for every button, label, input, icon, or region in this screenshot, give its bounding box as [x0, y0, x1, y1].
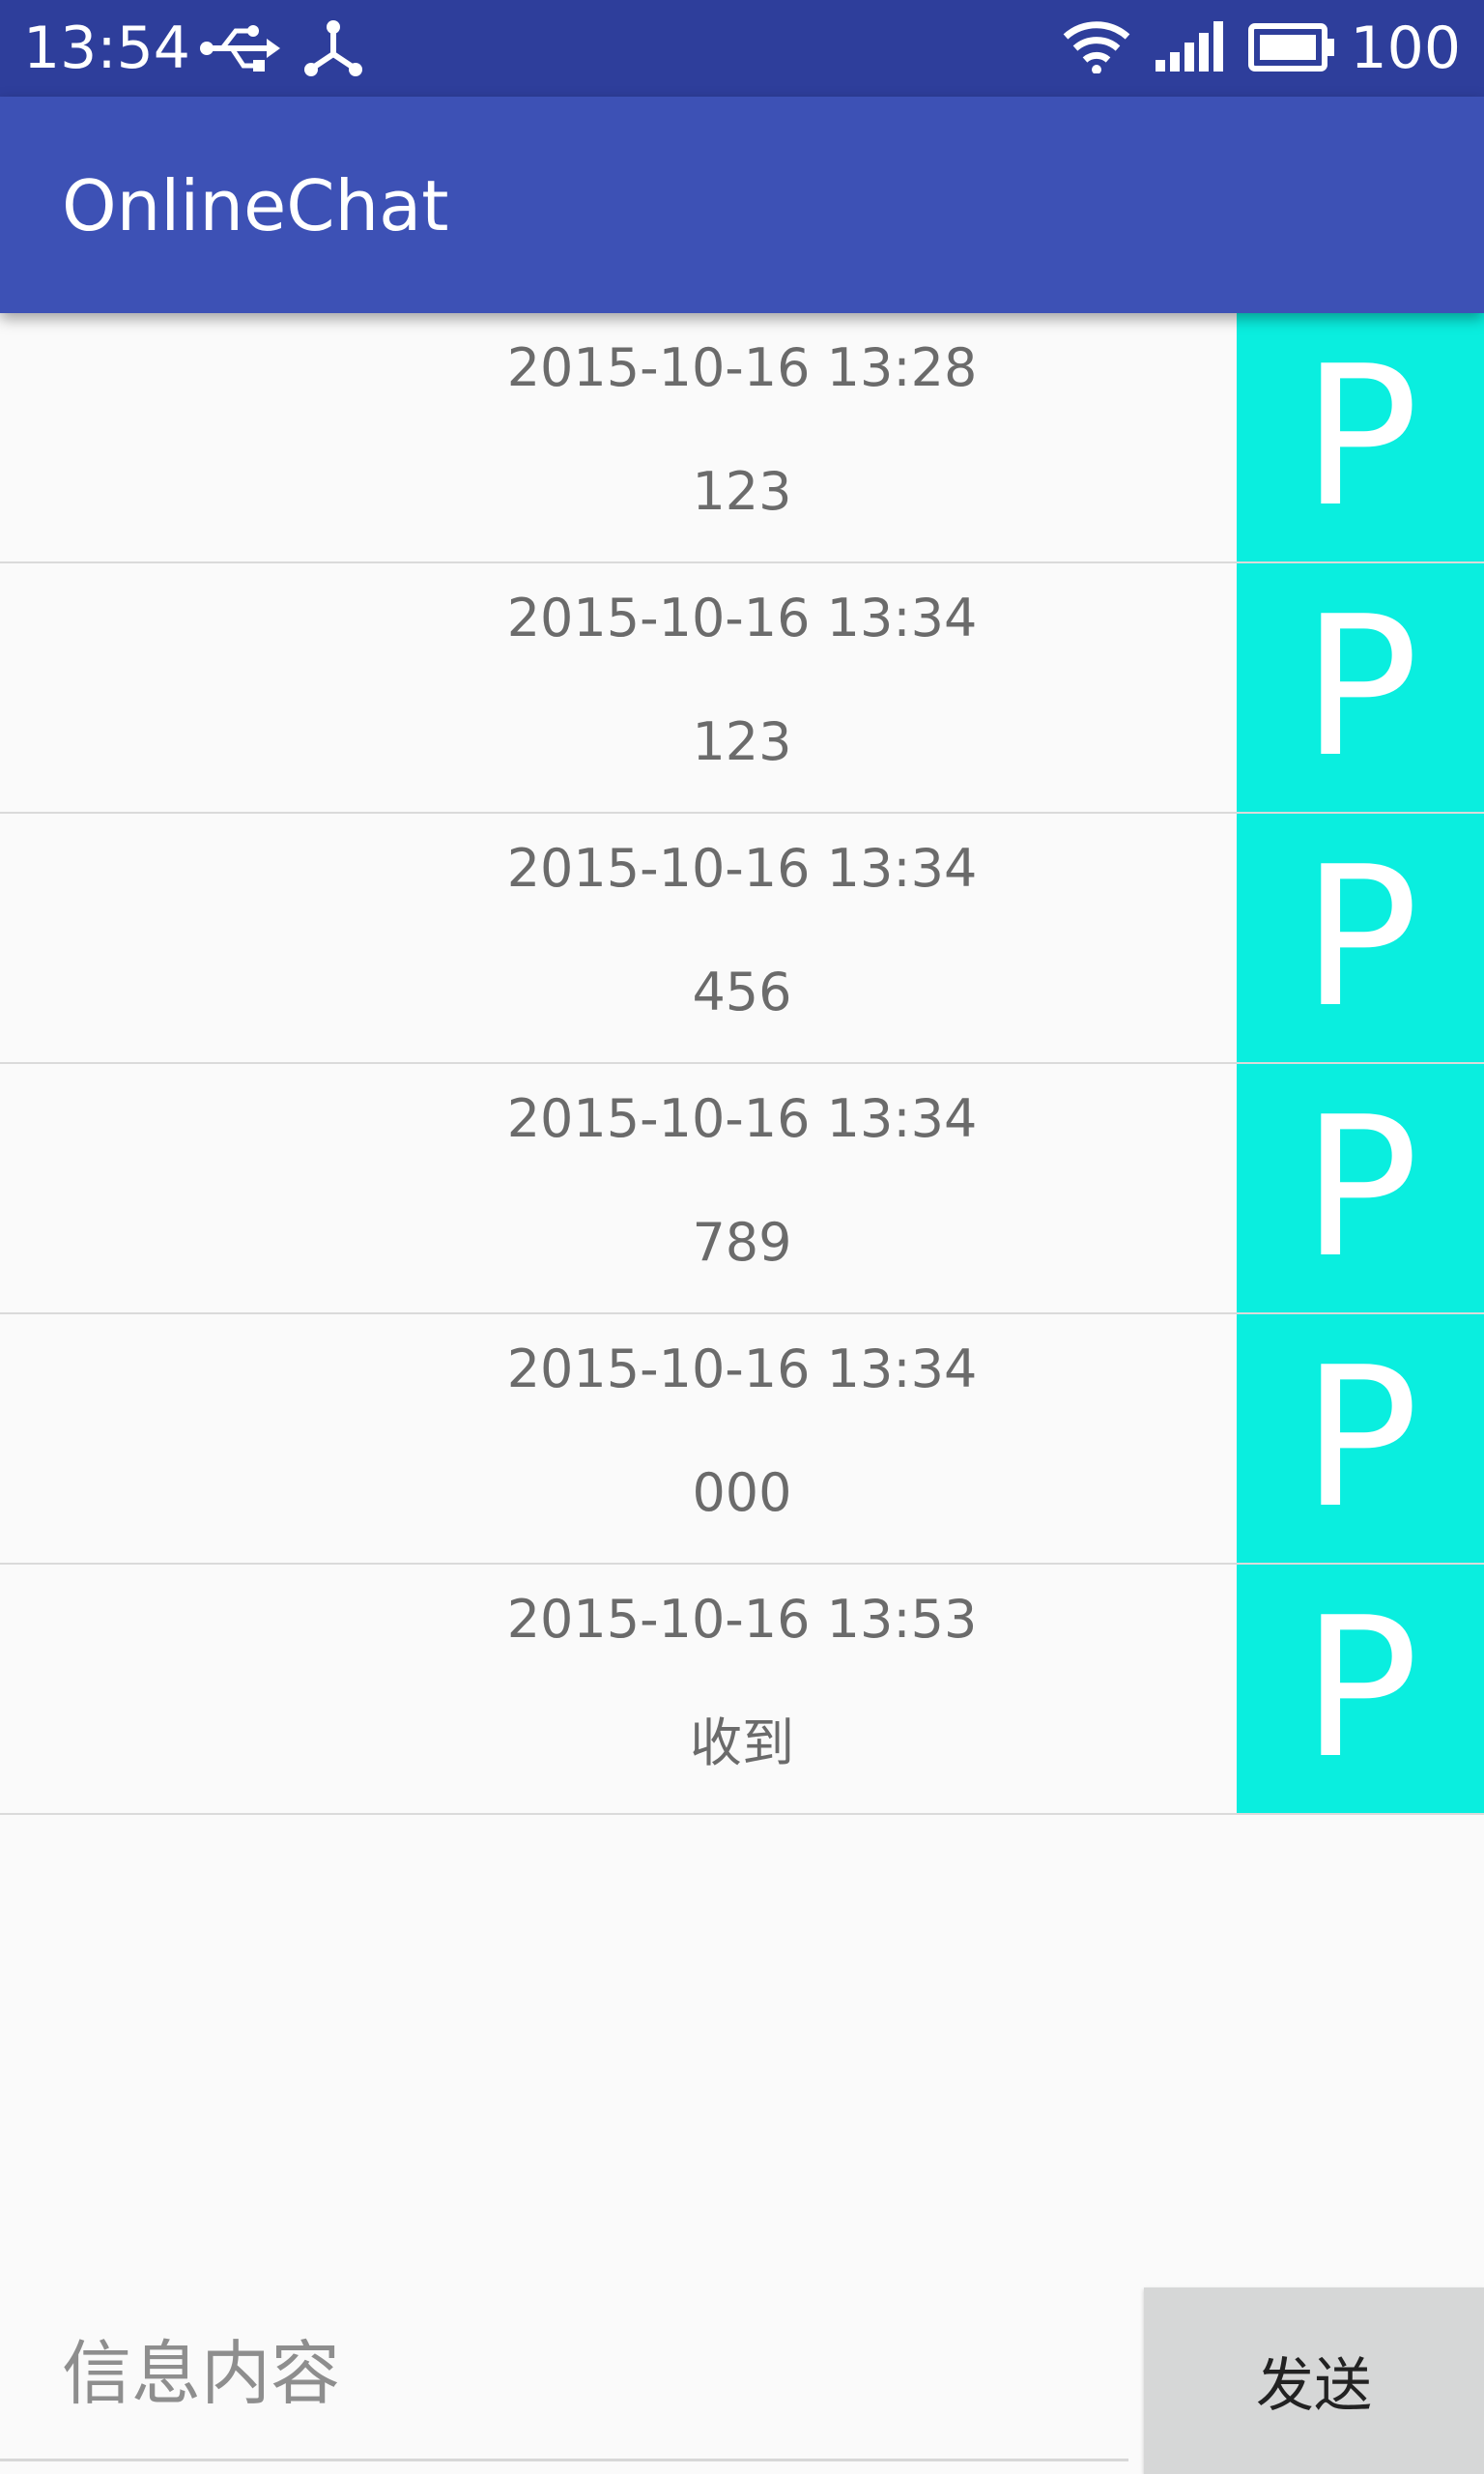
- message-row[interactable]: 2015-10-16 13:53 收到 P: [0, 1565, 1484, 1815]
- status-time: 13:54: [23, 14, 190, 82]
- signal-icon: [1156, 21, 1223, 72]
- message-row[interactable]: 2015-10-16 13:34 456 P: [0, 814, 1484, 1064]
- wifi-icon: [1063, 21, 1130, 73]
- battery-icon: [1248, 23, 1334, 72]
- avatar: P: [1237, 313, 1484, 561]
- avatar: P: [1237, 814, 1484, 1062]
- avatar: P: [1237, 563, 1484, 812]
- battery-level: 100: [1350, 14, 1461, 82]
- send-button[interactable]: 发送: [1144, 2287, 1484, 2474]
- app-bar: OnlineChat: [0, 97, 1484, 313]
- usb-icon: [200, 25, 280, 72]
- share-icon: [304, 20, 362, 76]
- message-row[interactable]: 2015-10-16 13:34 000 P: [0, 1314, 1484, 1565]
- message-row[interactable]: 2015-10-16 13:34 123 P: [0, 563, 1484, 814]
- avatar: P: [1237, 1314, 1484, 1563]
- avatar: P: [1237, 1064, 1484, 1312]
- composer: 发送: [0, 2287, 1484, 2474]
- message-row[interactable]: 2015-10-16 13:28 123 P: [0, 313, 1484, 563]
- message-input[interactable]: [0, 2287, 1128, 2461]
- message-list[interactable]: 2015-10-16 13:28 123 P 2015-10-16 13:34 123 P…: [0, 313, 1484, 1815]
- avatar: P: [1237, 1565, 1484, 1813]
- message-row[interactable]: 2015-10-16 13:34 789 P: [0, 1064, 1484, 1314]
- status-bar: 13:54 100: [0, 0, 1484, 97]
- app-title: OnlineChat: [62, 165, 449, 246]
